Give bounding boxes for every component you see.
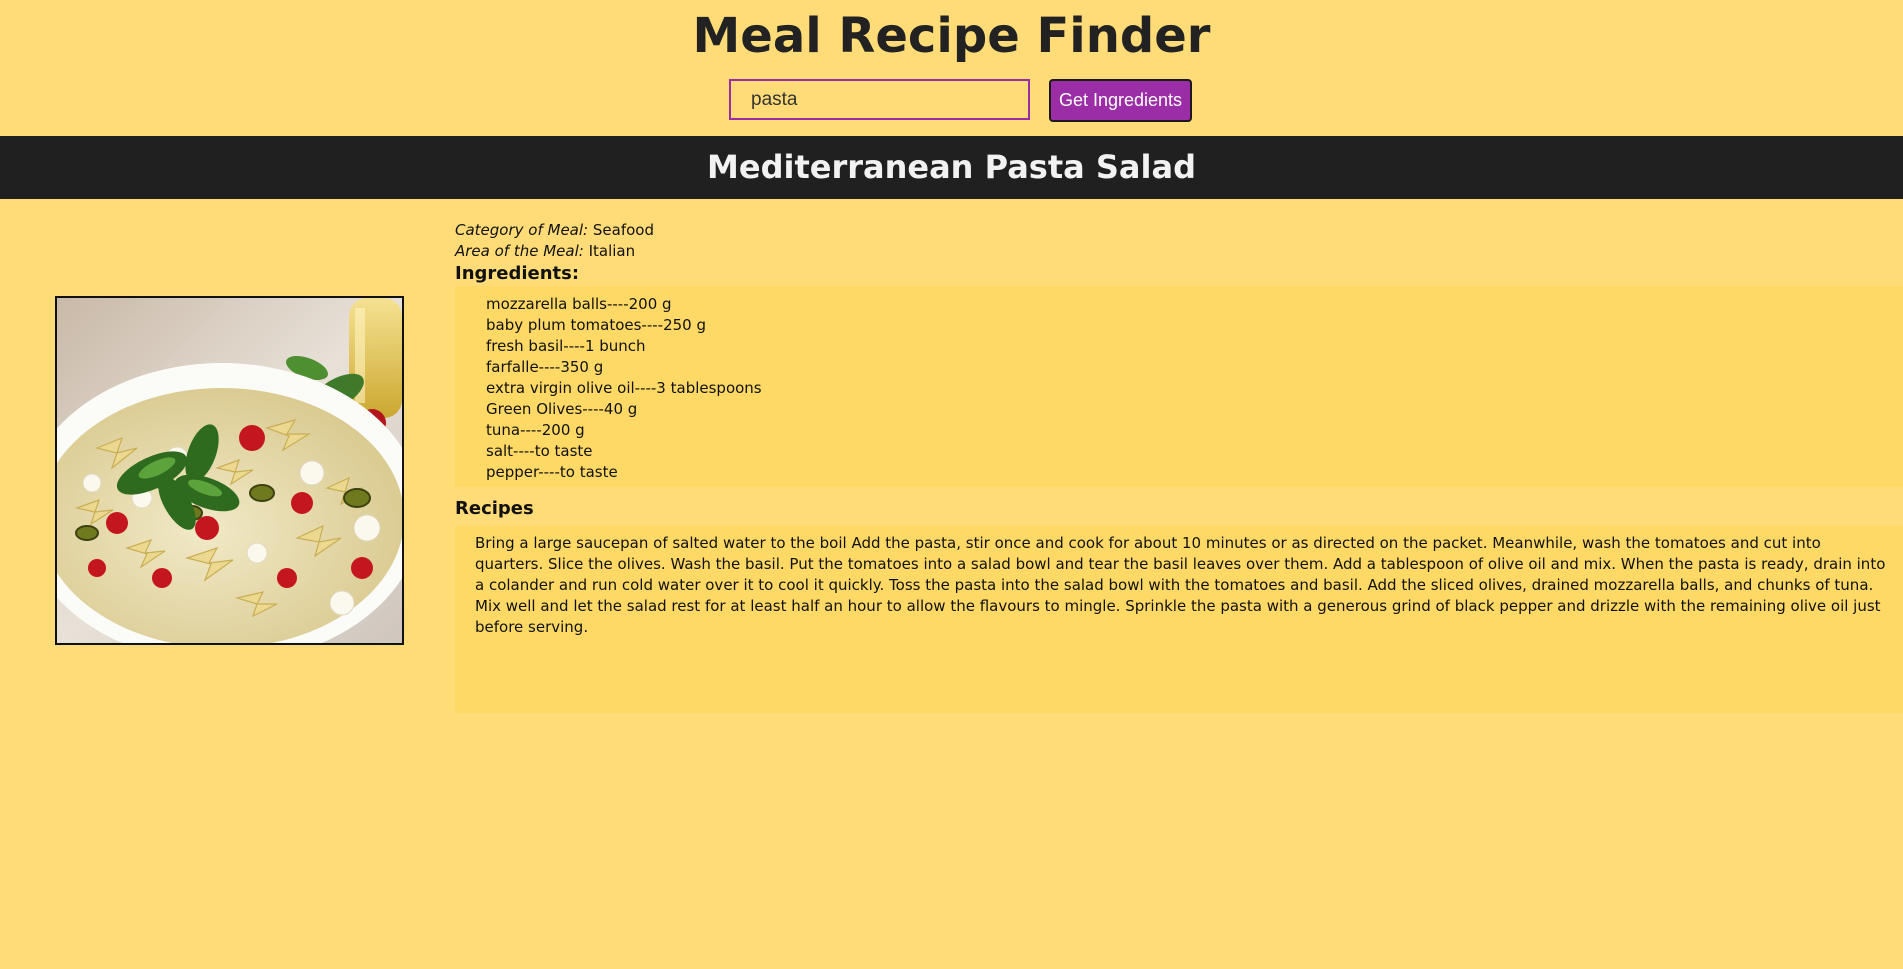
- ingredient-item: tuna----200 g: [486, 421, 585, 439]
- search-input[interactable]: [729, 79, 1030, 120]
- ingredient-item: extra virgin olive oil----3 tablespoons: [486, 379, 762, 397]
- meal-title-bar: Mediterranean Pasta Salad: [0, 136, 1903, 199]
- meal-area: Area of the Meal: Italian: [455, 241, 1903, 262]
- ingredient-item: baby plum tomatoes----250 g: [486, 316, 706, 334]
- area-label: Area of the Meal:: [455, 242, 584, 260]
- ingredient-item: Green Olives----40 g: [486, 400, 638, 418]
- app-title: Meal Recipe Finder: [692, 8, 1211, 64]
- recipes-heading: Recipes: [455, 498, 534, 519]
- ingredient-item: salt----to taste: [486, 442, 593, 460]
- meal-title: Mediterranean Pasta Salad: [707, 148, 1196, 186]
- ingredient-item: fresh basil----1 bunch: [486, 337, 646, 355]
- meal-category: Category of Meal: Seafood: [455, 220, 1903, 241]
- ingredient-item: pepper----to taste: [486, 463, 618, 481]
- search-row: Get Ingredients: [0, 79, 1903, 122]
- meal-image: [55, 296, 404, 645]
- pasta-salad-image: [57, 298, 402, 643]
- ingredients-heading: Ingredients:: [455, 263, 580, 284]
- ingredient-item: mozzarella balls----200 g: [486, 295, 672, 313]
- area-value: Italian: [588, 242, 636, 260]
- meal-details: Category of Meal: Seafood Area of the Me…: [455, 220, 1903, 713]
- ingredients-list: mozzarella balls----200 g baby plum toma…: [455, 286, 1903, 487]
- recipe-instructions: Bring a large saucepan of salted water t…: [455, 525, 1903, 713]
- get-ingredients-button[interactable]: Get Ingredients: [1049, 79, 1192, 122]
- ingredient-item: farfalle----350 g: [486, 358, 604, 376]
- category-value: Seafood: [592, 221, 654, 239]
- category-label: Category of Meal:: [455, 221, 589, 239]
- page-header: Meal Recipe Finder Get Ingredients: [0, 0, 1903, 136]
